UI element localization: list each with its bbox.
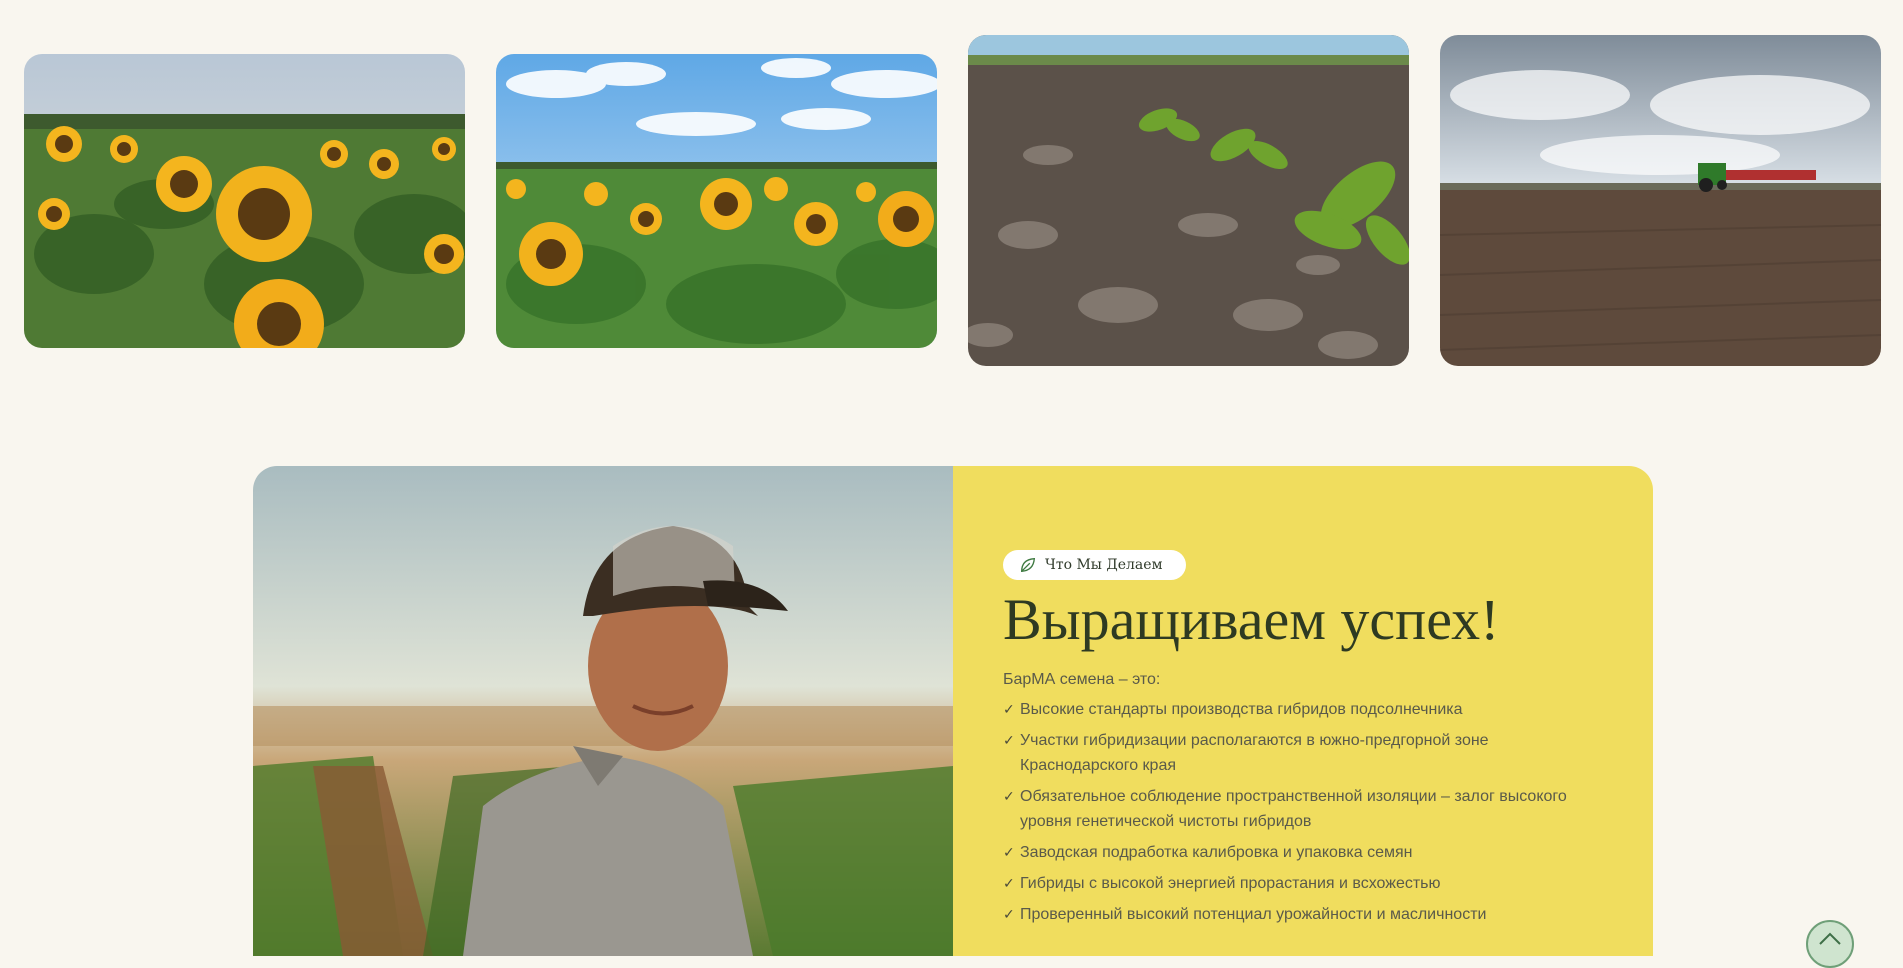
check-icon: ✓: [1003, 843, 1015, 860]
feature-item: ✓ Проверенный высокий потенциал урожайнос…: [1003, 902, 1603, 927]
about-panel: Что Мы Делаем Выращиваем успех! БарМА се…: [953, 466, 1653, 956]
check-icon: ✓: [1003, 700, 1015, 717]
feature-item: ✓ Обязательное соблюдение пространственно…: [1003, 784, 1603, 834]
section-badge: Что Мы Делаем: [1003, 550, 1187, 580]
badge-label: Что Мы Делаем: [1045, 557, 1163, 573]
feature-item: ✓ Гибриды с высокой энергией прорастания …: [1003, 871, 1603, 896]
gallery-image-sunflowers-closeup[interactable]: [24, 54, 465, 348]
leaf-icon: [1021, 557, 1036, 573]
section-title: Выращиваем успех!: [1003, 587, 1500, 652]
check-icon: ✓: [1003, 874, 1015, 891]
feature-item: ✓ Заводская подработка калибровка и упако…: [1003, 840, 1603, 865]
feature-item: ✓ Высокие стандарты производства гибридов…: [1003, 697, 1603, 722]
farmer-photo: [253, 466, 953, 956]
check-icon: ✓: [1003, 905, 1015, 922]
check-icon: ✓: [1003, 787, 1015, 804]
check-icon: ✓: [1003, 731, 1015, 748]
gallery-image-tractor-field[interactable]: [1440, 35, 1881, 366]
gallery-image-sunflower-field[interactable]: [496, 54, 937, 348]
scroll-to-top-button[interactable]: [1806, 920, 1854, 968]
feature-list: ✓ Высокие стандарты производства гибридов…: [1003, 697, 1603, 927]
intro-text: БарМА семена – это:: [1003, 670, 1161, 688]
feature-item: ✓ Участки гибридизации располагаются в юж…: [1003, 728, 1603, 778]
chevron-up-icon: [1819, 932, 1841, 945]
about-section: Что Мы Делаем Выращиваем успех! БарМА се…: [253, 466, 1653, 956]
gallery-image-seedlings[interactable]: [968, 35, 1409, 366]
